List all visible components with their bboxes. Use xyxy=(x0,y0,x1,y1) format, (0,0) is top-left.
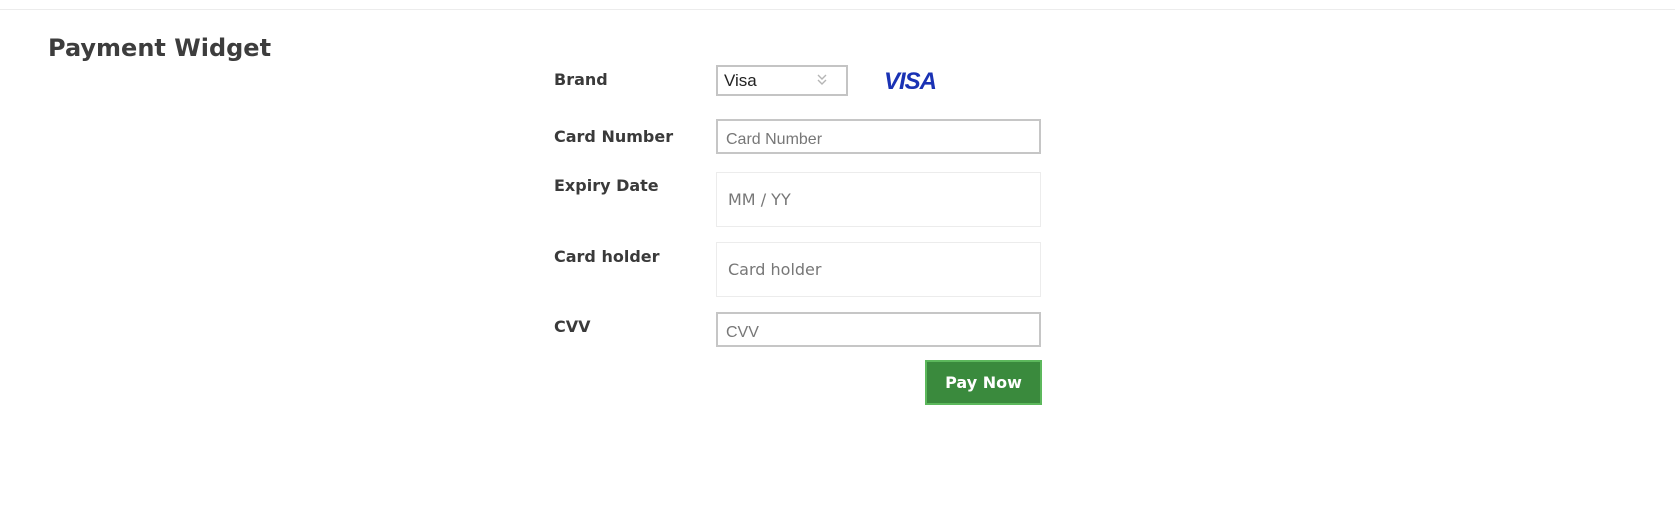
pay-now-button[interactable]: Pay Now xyxy=(925,360,1042,405)
card-holder-label: Card holder xyxy=(554,247,660,266)
expiry-date-input[interactable] xyxy=(716,172,1041,227)
brand-row: Brand Visa VISA xyxy=(554,62,1054,102)
brand-selected-value: Visa xyxy=(724,71,757,90)
expiry-date-label: Expiry Date xyxy=(554,176,659,195)
brand-label: Brand xyxy=(554,70,608,89)
card-holder-input[interactable] xyxy=(716,242,1041,297)
visa-logo: VISA xyxy=(884,68,937,95)
chevron-down-icon xyxy=(817,74,827,85)
card-number-input[interactable] xyxy=(716,119,1041,154)
header-divider xyxy=(0,9,1675,10)
cvv-input[interactable] xyxy=(716,312,1041,347)
card-number-label: Card Number xyxy=(554,127,674,146)
cvv-row: CVV xyxy=(554,310,1054,350)
card-number-row: Card Number xyxy=(554,116,1054,156)
cvv-label: CVV xyxy=(554,317,591,336)
page-title: Payment Widget xyxy=(48,34,272,62)
expiry-date-row: Expiry Date xyxy=(554,172,1054,232)
brand-select[interactable]: Visa xyxy=(716,65,848,96)
card-holder-row: Card holder xyxy=(554,242,1054,302)
